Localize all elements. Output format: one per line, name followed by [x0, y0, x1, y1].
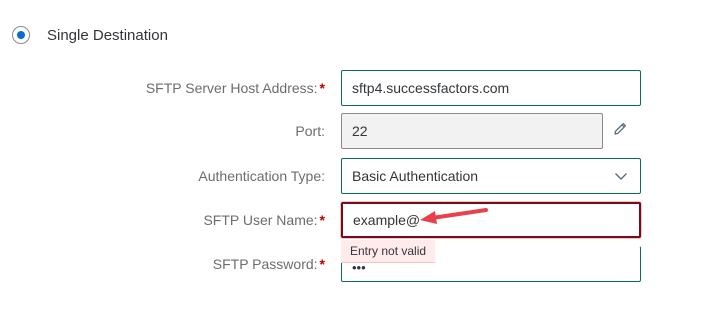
pencil-icon[interactable] [612, 121, 628, 137]
password-label: SFTP Password: * [212, 256, 325, 272]
user-name-input[interactable]: example@ [341, 202, 641, 238]
required-marker: * [319, 80, 325, 96]
user-name-label: SFTP User Name: * [203, 212, 325, 228]
auth-type-label: Authentication Type: [198, 168, 325, 184]
radio-selected-dot [17, 31, 25, 39]
user-name-error-tooltip: Entry not valid [341, 240, 436, 263]
host-input[interactable]: sftp4.successfactors.com [341, 70, 641, 106]
required-marker: * [319, 256, 325, 272]
port-label: Port: [295, 123, 325, 139]
auth-type-select[interactable]: Basic Authentication [341, 158, 641, 194]
host-value: sftp4.successfactors.com [352, 80, 510, 96]
auth-type-value: Basic Authentication [352, 168, 479, 184]
port-input[interactable]: 22 [341, 113, 603, 149]
single-destination-label: Single Destination [47, 26, 168, 44]
single-destination-radio[interactable] [12, 26, 30, 44]
port-value: 22 [352, 123, 368, 139]
host-label: SFTP Server Host Address: * [145, 80, 325, 96]
red-arrow-annotation [420, 208, 488, 224]
required-marker: * [319, 212, 325, 228]
user-name-value: example@ [353, 212, 421, 228]
chevron-down-icon[interactable] [614, 169, 628, 183]
single-destination-option[interactable]: Single Destination [12, 22, 168, 48]
